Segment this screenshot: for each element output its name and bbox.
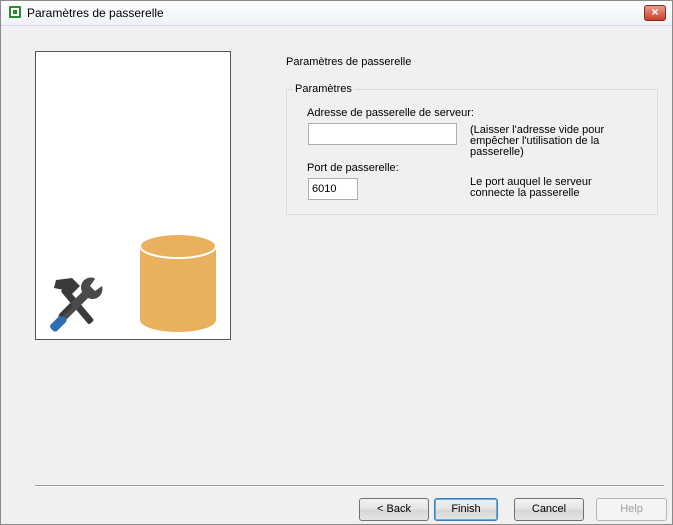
- server-address-input[interactable]: [308, 123, 457, 145]
- database-icon: [139, 233, 217, 332]
- port-input[interactable]: [308, 178, 358, 200]
- wizard-illustration: [35, 51, 231, 340]
- app-icon: [9, 6, 21, 18]
- port-hint-line: connecte la passerelle: [470, 187, 580, 199]
- finish-button[interactable]: Finish: [434, 498, 498, 521]
- groupbox-legend: Paramètres: [293, 83, 354, 95]
- server-address-hint-line: passerelle): [470, 146, 524, 158]
- wizard-window: Paramètres de passerelle × Paramètres de…: [0, 0, 673, 525]
- port-label: Port de passerelle:: [307, 162, 399, 174]
- settings-groupbox: Paramètres Adresse de passerelle de serv…: [286, 83, 658, 215]
- tools-icon: [50, 277, 103, 332]
- server-address-label: Adresse de passerelle de serveur:: [307, 107, 474, 119]
- window-title: Paramètres de passerelle: [27, 6, 164, 20]
- footer-separator: [35, 485, 664, 487]
- help-button[interactable]: Help: [596, 498, 667, 521]
- server-address-hint: (Laisser l'adresse vide pour empêcher l'…: [470, 125, 604, 158]
- close-button[interactable]: ×: [644, 5, 666, 21]
- page-title: Paramètres de passerelle: [286, 56, 412, 68]
- back-button[interactable]: < Back: [359, 498, 429, 521]
- port-hint: Le port auquel le serveur connecte la pa…: [470, 177, 592, 199]
- title-bar: Paramètres de passerelle ×: [1, 1, 672, 26]
- cancel-button[interactable]: Cancel: [514, 498, 584, 521]
